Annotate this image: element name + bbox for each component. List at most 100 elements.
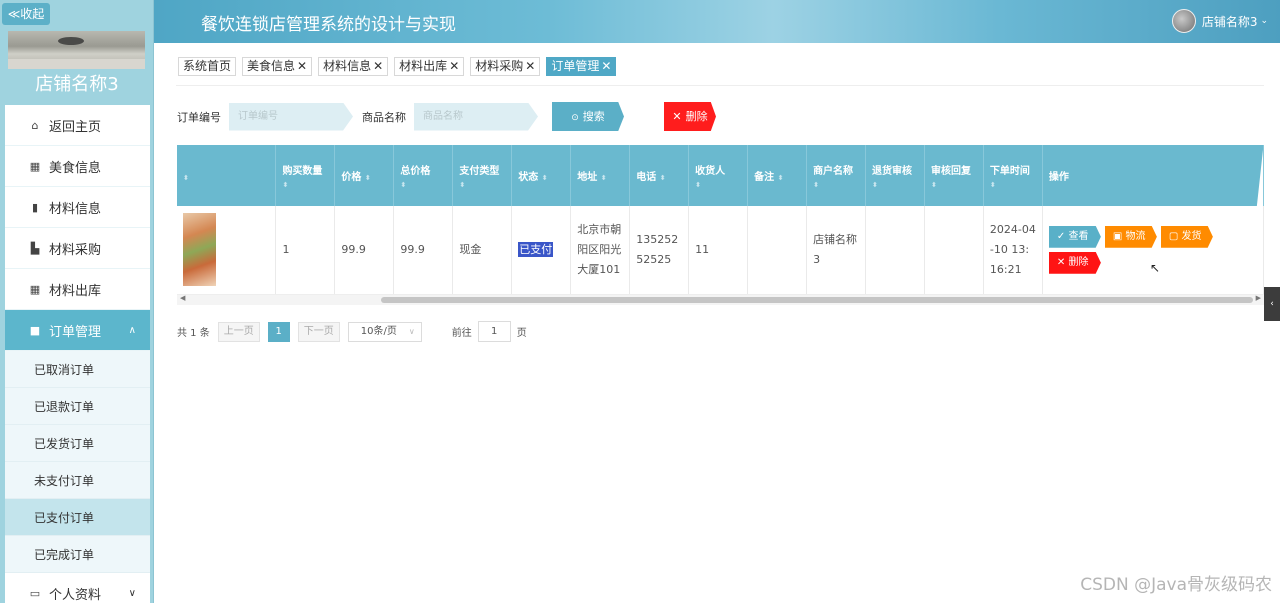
- cell-image: [177, 206, 277, 295]
- sort-icon[interactable]: ⬍: [778, 174, 784, 182]
- sidebar-item-label: 订单管理: [49, 324, 102, 340]
- grid-icon: ▦: [29, 159, 41, 173]
- cell-phone: 13525252525: [629, 206, 690, 295]
- close-icon[interactable]: ✕: [601, 59, 611, 73]
- column-header[interactable]: 审核回复 ⬍: [924, 145, 984, 206]
- sidebar-subitem-paid[interactable]: 已支付订单: [5, 499, 150, 536]
- sidebar-item-home[interactable]: ⌂ 返回主页: [5, 105, 150, 146]
- close-icon[interactable]: ✕: [449, 59, 459, 73]
- sort-icon[interactable]: ⬍: [400, 181, 446, 189]
- sidebar-item-materials[interactable]: ▮ 材料信息: [5, 187, 150, 228]
- tab-orders[interactable]: 订单管理 ✕: [546, 57, 617, 76]
- close-icon: ✕: [1056, 256, 1066, 268]
- sidebar-item-purchase[interactable]: ▙ 材料采购: [5, 228, 150, 269]
- close-icon[interactable]: ✕: [525, 59, 535, 73]
- sidebar-subitem-cancelled[interactable]: 已取消订单: [5, 351, 150, 388]
- column-header[interactable]: 下单时间 ⬍: [983, 145, 1043, 206]
- logistics-button[interactable]: ▣ 物流: [1104, 225, 1157, 248]
- app-root: ≪收起 店铺名称3 ⌂ 返回主页 ▦ 美食信息 ▮ 材料信息 ▙ 材料采购 ▦ …: [0, 0, 1280, 603]
- sort-icon[interactable]: ⬍: [183, 174, 269, 182]
- tab-label: 系统首页: [183, 59, 232, 73]
- page-unit-label: 页: [516, 328, 527, 339]
- sort-icon[interactable]: ⬍: [542, 174, 548, 182]
- total-count: 共 1 条: [177, 328, 210, 339]
- column-header[interactable]: 价格 ⬍: [334, 145, 395, 206]
- tab-home[interactable]: 系统首页: [178, 57, 237, 76]
- delete-button-label: 删除: [685, 110, 708, 123]
- cell-merchant: 店铺名称3: [806, 206, 867, 295]
- sidebar-item-outbound[interactable]: ▦ 材料出库: [5, 269, 150, 310]
- close-icon[interactable]: ✕: [373, 59, 383, 73]
- column-header[interactable]: 总价格 ⬍: [393, 145, 454, 206]
- tab-label: 美食信息: [247, 59, 296, 73]
- sidebar-item-label: 材料信息: [49, 201, 102, 217]
- cell-total: 99.9: [393, 206, 454, 295]
- food-thumbnail[interactable]: [183, 213, 216, 287]
- ship-button[interactable]: ▢ 发货: [1160, 225, 1213, 248]
- row-actions: ✓ 查看 ▣ 物流 ▢ 发货 ✕ 删除: [1048, 225, 1229, 274]
- tab-purchase[interactable]: 材料采购 ✕: [470, 57, 541, 76]
- sidebar-item-orders[interactable]: ■ 订单管理 ∧: [5, 310, 150, 351]
- prev-page-button[interactable]: 上一页: [217, 321, 260, 342]
- page-number-current[interactable]: 1: [267, 321, 290, 342]
- sort-icon[interactable]: ⬍: [990, 181, 1036, 189]
- sort-icon[interactable]: ⬍: [931, 181, 977, 189]
- batch-delete-button[interactable]: ✕ 删除: [664, 102, 716, 131]
- column-header[interactable]: 购买数量 ⬍: [275, 145, 336, 206]
- next-page-button[interactable]: 下一页: [297, 321, 340, 342]
- sidebar-subitem-refunded[interactable]: 已退款订单: [5, 388, 150, 425]
- sidebar-subitem-completed[interactable]: 已完成订单: [5, 536, 150, 573]
- sidebar-menu: ⌂ 返回主页 ▦ 美食信息 ▮ 材料信息 ▙ 材料采购 ▦ 材料出库 ■ 订单管…: [5, 105, 150, 603]
- sort-icon[interactable]: ⬍: [459, 181, 505, 189]
- page-size-value: 10条/页: [360, 325, 397, 337]
- view-button[interactable]: ✓ 查看: [1048, 225, 1101, 248]
- mouse-cursor-icon: ↖: [1150, 261, 1161, 275]
- search-button[interactable]: ⊙ 搜索: [552, 102, 624, 131]
- sort-icon[interactable]: ⬍: [601, 174, 607, 182]
- goto-page-input[interactable]: 1: [477, 321, 511, 342]
- scrollbar-thumb[interactable]: [381, 297, 1253, 303]
- delete-row-button[interactable]: ✕ 删除: [1048, 251, 1101, 274]
- sidebar-subitem-shipped[interactable]: 已发货订单: [5, 425, 150, 462]
- tab-materials[interactable]: 材料信息 ✕: [318, 57, 389, 76]
- tabs-divider: [176, 85, 1264, 86]
- ship-label: 发货: [1181, 230, 1202, 242]
- sort-icon[interactable]: ⬍: [813, 181, 859, 189]
- sort-icon[interactable]: ⬍: [365, 174, 371, 182]
- column-header[interactable]: 电话 ⬍: [629, 145, 690, 206]
- cell-actions: ✓ 查看 ▣ 物流 ▢ 发货 ✕ 删除: [1042, 206, 1264, 295]
- column-header[interactable]: 收货人 ⬍: [688, 145, 749, 206]
- collapse-sidebar-button[interactable]: ≪收起: [2, 3, 50, 25]
- briefcase-icon: ■: [29, 323, 41, 337]
- sort-icon[interactable]: ⬍: [872, 181, 918, 189]
- column-header[interactable]: 状态 ⬍: [511, 145, 572, 206]
- order-no-label: 订单编号: [177, 110, 221, 124]
- cell-pay-type: 现金: [452, 206, 513, 295]
- scroll-right-icon[interactable]: ▶: [1256, 294, 1261, 302]
- column-header[interactable]: 地址 ⬍: [570, 145, 631, 206]
- horizontal-scrollbar[interactable]: ◀ ▶: [177, 294, 1264, 305]
- column-header[interactable]: 退货审核 ⬍: [865, 145, 925, 206]
- sidebar-subitem-unpaid[interactable]: 未支付订单: [5, 462, 150, 499]
- scroll-left-icon[interactable]: ◀: [180, 294, 185, 302]
- tab-food[interactable]: 美食信息 ✕: [242, 57, 313, 76]
- sidebar-item-food[interactable]: ▦ 美食信息: [5, 146, 150, 187]
- sort-icon[interactable]: ⬍: [660, 174, 666, 182]
- sort-icon[interactable]: ⬍: [282, 181, 328, 189]
- sort-icon[interactable]: ⬍: [695, 181, 741, 189]
- page-size-select[interactable]: 10条/页 ∨: [347, 321, 422, 342]
- column-header[interactable]: 备注 ⬍: [747, 145, 808, 206]
- sidebar-item-profile[interactable]: ▭ 个人资料 ∨: [5, 573, 150, 603]
- table-header-row: ⬍ 购买数量 ⬍ 价格 ⬍ 总价格 ⬍ 支付类型 ⬍ 状态 ⬍ 地址 ⬍ 电话 ⬍ 收…: [177, 145, 1264, 206]
- user-menu[interactable]: 店铺名称3 ⌄: [1171, 9, 1268, 33]
- column-header[interactable]: 商户名称 ⬍: [806, 145, 867, 206]
- tab-outbound[interactable]: 材料出库 ✕: [394, 57, 465, 76]
- side-panel-toggle[interactable]: ‹: [1264, 287, 1280, 321]
- column-header[interactable]: ⬍: [177, 145, 277, 206]
- user-name: 店铺名称3: [1201, 14, 1258, 29]
- close-icon[interactable]: ✕: [297, 59, 307, 73]
- order-no-input[interactable]: 订单编号: [229, 102, 353, 131]
- delete-label: 删除: [1068, 256, 1089, 268]
- column-header[interactable]: 支付类型 ⬍: [452, 145, 513, 206]
- product-name-input[interactable]: 商品名称: [414, 102, 538, 131]
